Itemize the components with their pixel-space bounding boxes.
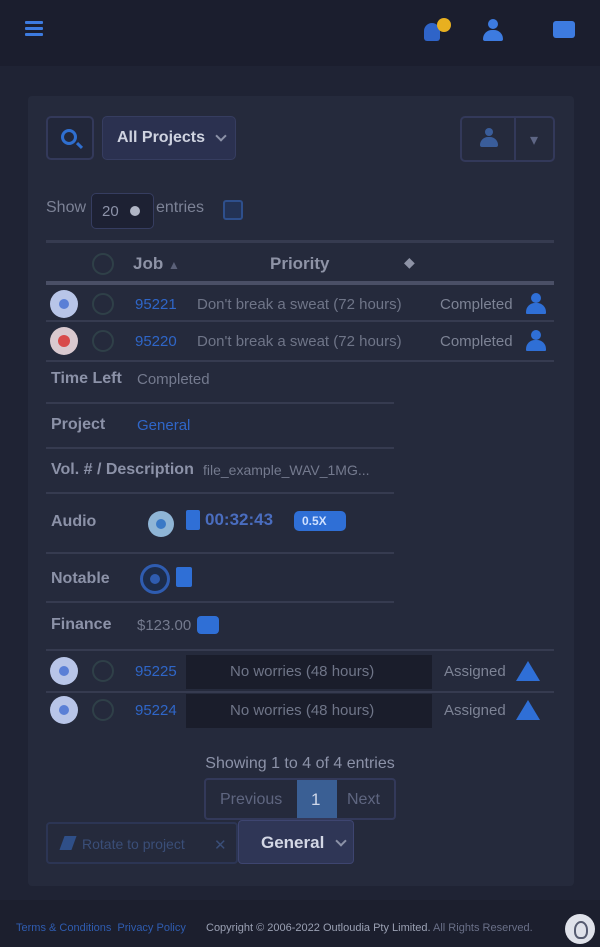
table-row[interactable]: 95224 No worries (48 hours) Assigned [46, 692, 554, 730]
rotate-to-project-button[interactable]: Rotate to project ✕ [46, 822, 238, 864]
footer: Terms & Conditions Privacy Policy Copyrig… [0, 900, 600, 947]
pagination-summary: Showing 1 to 4 of 4 entries [205, 755, 395, 772]
table-row[interactable]: 95220 Don't break a sweat (72 hours) Com… [46, 323, 554, 361]
user-icon[interactable] [482, 18, 504, 42]
priority-text: Don't break a sweat (72 hours) [197, 333, 402, 350]
audio-time: 00:32:43 [205, 510, 274, 529]
row-checkbox[interactable] [92, 330, 114, 352]
top-bar [0, 0, 600, 66]
divider [46, 320, 554, 322]
description-value: file_example_WAV_1MG... [203, 462, 370, 478]
divider [46, 492, 394, 494]
divider [46, 552, 394, 554]
mail-icon[interactable] [553, 21, 575, 38]
divider [46, 240, 554, 243]
show-label: Show [46, 199, 87, 216]
rotate-to-project-label: Rotate to project [82, 836, 185, 852]
status-text: Completed [440, 333, 513, 350]
job-link[interactable]: 95220 [135, 333, 177, 350]
user-action-group: ▾ [460, 116, 555, 162]
file-icon[interactable] [186, 510, 200, 530]
job-link[interactable]: 95224 [135, 702, 177, 719]
table-row[interactable]: 95221 Don't break a sweat (72 hours) Com… [46, 286, 554, 324]
divider [46, 360, 554, 362]
file-icon[interactable] [176, 567, 192, 587]
expand-row-icon[interactable] [50, 696, 78, 724]
pen-icon [59, 836, 77, 850]
status-text: Assigned [444, 663, 506, 680]
project-link[interactable]: General [137, 417, 190, 434]
target-project-value: General [261, 833, 325, 852]
row-checkbox[interactable] [92, 660, 114, 682]
job-link[interactable]: 95225 [135, 663, 177, 680]
terms-link[interactable]: Terms & Conditions [16, 922, 111, 934]
dropdown-toggle[interactable]: ▾ [530, 130, 538, 150]
sort-toggle[interactable]: ◆ [404, 254, 415, 271]
divider [46, 649, 554, 651]
notification-dot [437, 18, 451, 32]
status-text: Completed [440, 296, 513, 313]
privacy-link[interactable]: Privacy Policy [117, 922, 185, 934]
add-user-icon[interactable] [480, 128, 498, 148]
divider [514, 118, 516, 160]
project-filter-value: All Projects [117, 129, 206, 146]
current-page-button[interactable]: 1 [297, 780, 337, 818]
target-project-select[interactable]: General [238, 820, 354, 864]
time-left-value: Completed [137, 371, 210, 388]
user-icon[interactable] [526, 293, 546, 315]
priority-text: Don't break a sweat (72 hours) [197, 296, 402, 313]
copyright-text: Copyright © 2006-2022 Outloudia Pty Limi… [206, 922, 533, 934]
project-filter-select[interactable]: All Projects [102, 116, 236, 160]
finance-value: $123.00 [137, 617, 192, 634]
menu-icon[interactable] [25, 21, 43, 39]
previous-page-button[interactable]: Previous [220, 791, 282, 809]
description-label: Vol. # / Description [51, 461, 194, 478]
divider [46, 447, 394, 449]
status-text: Assigned [444, 702, 506, 719]
time-left-label: Time Left [51, 370, 122, 387]
entries-value: 20 [102, 203, 119, 220]
warning-icon[interactable] [516, 661, 540, 681]
bell-icon[interactable] [422, 18, 451, 42]
warning-icon[interactable] [516, 700, 540, 720]
calendar-icon[interactable] [223, 200, 243, 220]
project-label: Project [51, 416, 106, 433]
next-page-button[interactable]: Next [347, 791, 380, 809]
chevron-down-icon [215, 130, 227, 142]
divider [46, 402, 394, 404]
close-icon[interactable]: ✕ [214, 836, 227, 854]
priority-text: No worries (48 hours) [230, 663, 375, 680]
row-checkbox[interactable] [92, 293, 114, 315]
select-all-checkbox[interactable] [92, 253, 114, 275]
notable-toggle[interactable] [140, 564, 170, 594]
finance-label: Finance [51, 616, 112, 633]
audio-label: Audio [51, 513, 97, 530]
notable-label: Notable [51, 570, 110, 587]
column-header-priority[interactable]: Priority [270, 254, 330, 274]
pagination: Previous 1 Next [204, 778, 396, 820]
user-icon[interactable] [526, 330, 546, 352]
entries-select[interactable]: 20 [91, 193, 154, 229]
column-header-job[interactable]: Job ▲ [133, 254, 180, 274]
priority-text: No worries (48 hours) [230, 702, 375, 719]
collapse-row-icon[interactable] [50, 327, 78, 355]
expand-row-icon[interactable] [50, 657, 78, 685]
playback-speed-button[interactable]: 0.5X [294, 511, 346, 531]
search-button[interactable] [46, 116, 94, 160]
divider [46, 281, 554, 285]
help-icon[interactable] [565, 914, 595, 944]
divider [46, 601, 394, 603]
play-icon[interactable] [148, 511, 174, 537]
select-knob-icon [130, 206, 140, 216]
job-link[interactable]: 95221 [135, 296, 177, 313]
row-checkbox[interactable] [92, 699, 114, 721]
search-icon [61, 129, 77, 145]
table-row[interactable]: 95225 No worries (48 hours) Assigned [46, 653, 554, 691]
expand-row-icon[interactable] [50, 290, 78, 318]
entries-label: entries [156, 199, 205, 216]
chevron-down-icon [335, 835, 347, 847]
finance-edit-button[interactable] [197, 616, 219, 634]
